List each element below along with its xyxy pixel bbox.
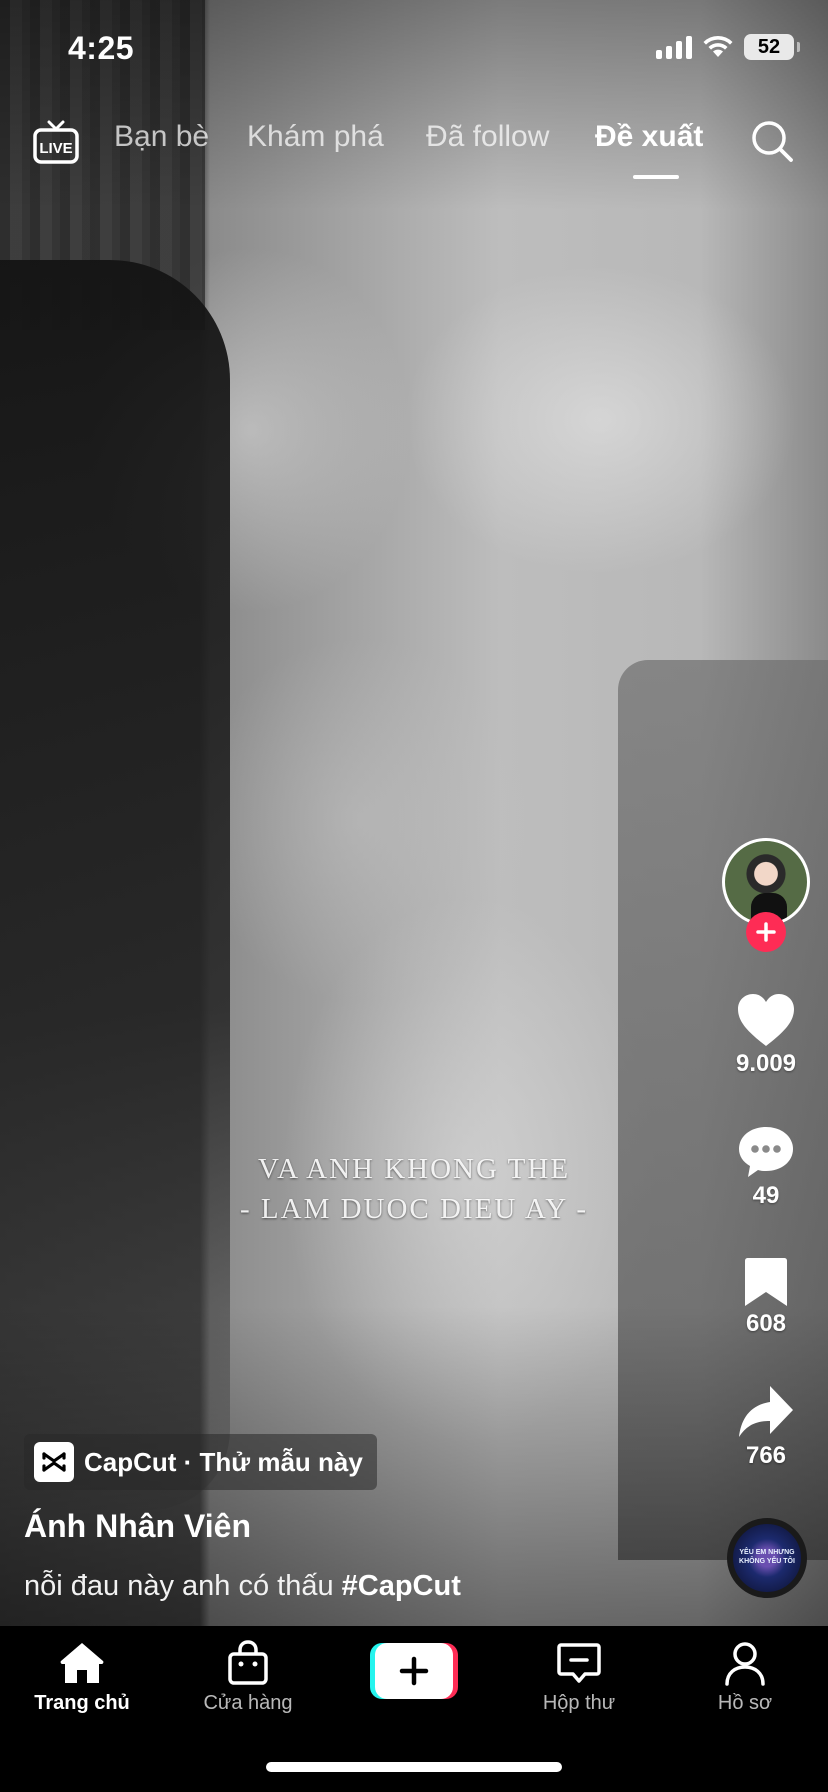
tab-inbox[interactable]: Hộp thư [519,1640,639,1715]
bookmark-icon [745,1258,787,1306]
video-description: nỗi đau này anh có thấu #CapCut [24,1570,461,1603]
plus-icon [756,922,776,942]
music-disc-cover-text: YÊU EM NHƯNG KHÔNG YÊU TÔI [739,1549,795,1565]
tab-profile-label: Hồ sơ [717,1692,773,1714]
active-tab-indicator [633,175,679,179]
tab-home-label: Trang chủ [34,1692,130,1714]
home-icon [60,1643,104,1683]
tab-for-you[interactable]: Đề xuất [595,120,703,154]
bookmark-count: 608 [745,1310,787,1337]
music-disc[interactable]: YÊU EM NHƯNG KHÔNG YÊU TÔI [727,1518,807,1598]
capcut-logo-icon [34,1442,74,1482]
capcut-chip-label: CapCut · Thử mẫu này [84,1446,363,1477]
create-button-face [375,1643,453,1699]
tab-shop-label: Cửa hàng [203,1692,293,1714]
tab-home[interactable]: Trang chủ [22,1640,142,1715]
tab-friends[interactable]: Bạn bè [114,120,209,154]
home-indicator[interactable] [266,1762,562,1772]
like-count: 9.009 [735,1050,797,1077]
video-caption-line-2: - LAM DUOC DIEU AY - [240,1193,588,1225]
follow-button[interactable] [746,912,786,952]
share-arrow-icon [739,1386,793,1437]
shopping-bag-icon [228,1640,268,1685]
creator-username[interactable]: Ánh Nhân Viên [24,1508,251,1545]
wifi-icon [703,35,733,57]
video-caption-line-1: VA ANH KHONG THE [257,1153,571,1185]
status-icons: 52 [656,34,800,60]
description-text: nỗi đau này anh có thấu [24,1570,342,1602]
profile-icon [725,1642,765,1686]
heart-icon [738,994,794,1046]
share-count: 766 [745,1442,787,1469]
create-button[interactable] [370,1643,458,1699]
cellular-signal-icon [656,35,692,59]
inbox-icon [557,1643,601,1683]
bookmark-button[interactable]: 608 [720,1256,812,1338]
tab-profile[interactable]: Hồ sơ [685,1640,805,1715]
svg-text:LIVE: LIVE [39,140,72,157]
tab-following[interactable]: Đã follow [426,120,549,154]
comment-icon [739,1127,793,1177]
comment-count: 49 [752,1182,780,1209]
like-button[interactable]: 9.009 [720,992,812,1078]
share-button[interactable]: 766 [720,1384,812,1470]
tiktok-feed-screen: 4:25 52 LIVE Bạn bè Khám phá Đã follow Đ… [0,0,828,1792]
tab-inbox-label: Hộp thư [542,1692,616,1714]
plus-icon [399,1656,429,1686]
status-time: 4:25 [68,30,135,66]
hashtag-link[interactable]: #CapCut [342,1570,461,1602]
tab-explore[interactable]: Khám phá [247,120,384,154]
live-icon[interactable]: LIVE [32,118,80,166]
comment-button[interactable]: 49 [720,1124,812,1210]
capcut-template-chip[interactable]: CapCut · Thử mẫu này [24,1434,377,1490]
search-icon[interactable] [749,118,795,164]
tab-shop[interactable]: Cửa hàng [188,1640,308,1715]
battery-icon: 52 [744,34,800,60]
